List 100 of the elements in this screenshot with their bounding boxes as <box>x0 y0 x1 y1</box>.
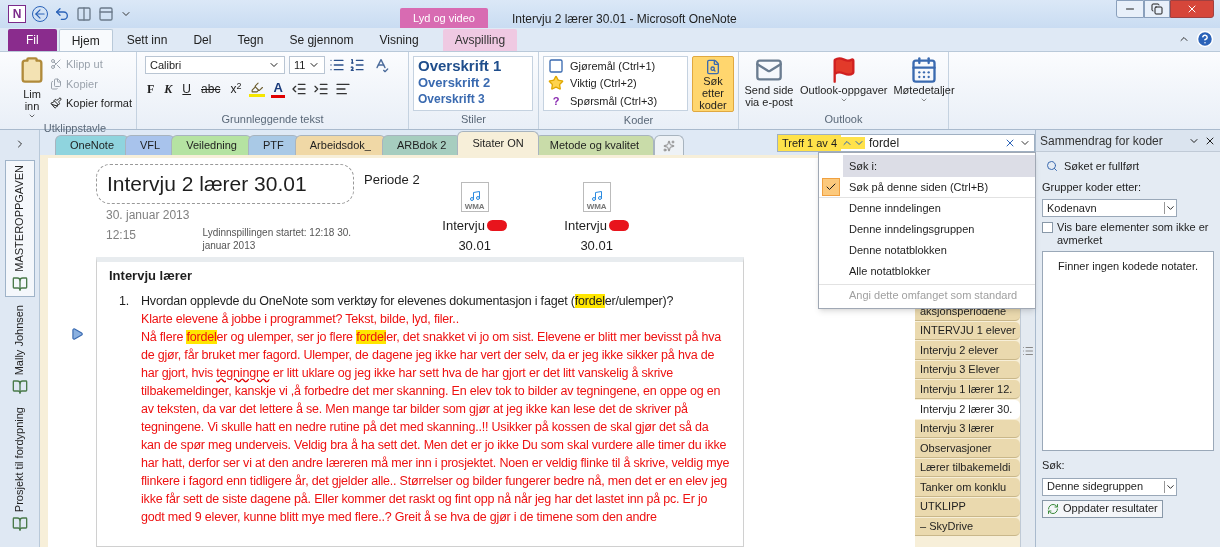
help-icon[interactable] <box>1196 30 1214 48</box>
page-tab[interactable]: Tanker om konklu <box>915 478 1020 497</box>
align-icon[interactable] <box>334 81 351 97</box>
resize-grip-icon[interactable] <box>1022 345 1034 357</box>
outdent-icon[interactable] <box>290 81 307 97</box>
caret-icon <box>920 96 928 104</box>
close-button[interactable] <box>1170 0 1214 18</box>
page-tab[interactable]: – SkyDrive <box>915 517 1020 537</box>
page-tab[interactable]: INTERVJU 1 elever <box>915 321 1020 341</box>
font-color-button[interactable]: A <box>271 80 285 98</box>
group-by-select[interactable]: Kodenavn <box>1042 199 1177 217</box>
dock-icon[interactable] <box>76 6 92 22</box>
outlook-button[interactable]: Send side via e-post <box>743 56 795 108</box>
check-mark <box>822 178 840 196</box>
page-tab[interactable]: Intervju 3 lærer <box>915 419 1020 439</box>
ribbon-tab[interactable]: Hjem <box>58 29 113 51</box>
format-button[interactable]: K <box>162 80 175 98</box>
style-option[interactable]: Overskrift 1 <box>418 57 532 74</box>
tag-option[interactable]: ? Spørsmål (Ctrl+3) <box>548 92 687 110</box>
group-label: Utklippstavle <box>42 121 108 136</box>
list-number: 1. <box>118 292 131 310</box>
ribbon-tab[interactable]: Sett inn <box>114 29 180 51</box>
notebook-item[interactable]: MASTEROPPGAVEN <box>4 160 35 297</box>
page-tab[interactable]: Intervju 2 elever <box>915 341 1020 360</box>
refresh-button[interactable]: Oppdater resultater <box>1042 499 1163 518</box>
menu-item[interactable]: Søk på denne siden (Ctrl+B) <box>843 178 989 196</box>
expand-arrow-icon[interactable] <box>70 327 84 341</box>
page-tab[interactable]: Observasjoner <box>915 439 1020 458</box>
app-logo: N <box>8 5 26 23</box>
format-button[interactable]: U <box>180 80 194 98</box>
notebook-icon <box>11 516 28 533</box>
menu-item[interactable]: Denne inndelingsgruppen <box>843 221 975 238</box>
ribbon-tab[interactable]: Visning <box>367 29 431 51</box>
ribbon-tab[interactable]: Se gjennom <box>277 29 366 51</box>
ribbon-tab[interactable]: Fil <box>8 29 57 51</box>
find-tags-button[interactable]: Søk etter koder <box>692 56 734 112</box>
indent-icon[interactable] <box>312 81 329 97</box>
tag-option[interactable]: Gjøremål (Ctrl+1) <box>548 57 687 75</box>
tag-option[interactable]: Viktig (Ctrl+2) <box>548 75 687 92</box>
page-time: 12:15 <box>106 226 138 244</box>
question-icon: ? <box>548 92 564 110</box>
bullets-icon[interactable] <box>329 57 345 73</box>
new-section-tab[interactable] <box>654 135 685 155</box>
search-icon <box>1046 160 1058 173</box>
empty-results-text: Finner ingen kodede notater. <box>1057 259 1198 274</box>
ribbon-tab[interactable]: Tegn <box>225 29 276 51</box>
outlook-button[interactable]: Møtedetaljer <box>892 56 956 104</box>
format-button[interactable]: F <box>145 80 157 98</box>
redaction-mark <box>608 220 629 232</box>
format-button[interactable]: abc <box>199 80 223 98</box>
group-by-label: Grupper koder etter: <box>1042 179 1143 195</box>
page-tab[interactable]: Intervju 2 lærer 30. <box>915 399 1020 419</box>
format-button[interactable]: x$^{2}$ <box>228 80 244 98</box>
undo-icon[interactable] <box>54 6 70 22</box>
menu-item[interactable]: Denne notatblokken <box>843 242 947 259</box>
refresh-icon <box>1047 502 1059 515</box>
paste-button[interactable]: Lim inn <box>18 56 46 120</box>
styles-icon[interactable] <box>373 57 389 73</box>
notebook-icon <box>11 379 28 396</box>
style-option[interactable]: Overskrift 3 <box>418 91 532 108</box>
page-title[interactable]: Intervju 2 lærer 30.01 <box>96 164 354 204</box>
numbering-icon[interactable] <box>349 57 365 73</box>
caret-icon <box>839 96 848 104</box>
search-status: Søket er fullført <box>1064 159 1140 174</box>
brush-icon <box>50 97 62 110</box>
page-date: 30. januar 2013 <box>105 206 191 224</box>
minimize-button[interactable] <box>1116 0 1144 18</box>
menu-item[interactable]: Alle notatblokker <box>843 263 931 280</box>
ribbon-tab[interactable]: Avspilling <box>442 29 518 51</box>
notebook-item[interactable]: Mally Johnsen <box>4 300 35 400</box>
outlook-button[interactable]: Outlook-oppgaver <box>799 56 889 104</box>
clipboard-button[interactable]: Kopier format <box>50 95 133 112</box>
notebook-item[interactable]: Prosjekt til fordypning <box>4 403 35 537</box>
redaction-mark <box>486 220 507 232</box>
page-tab[interactable]: Intervju 1 lærer 12. <box>915 380 1020 399</box>
font-size-field[interactable]: 11 <box>289 56 325 74</box>
section-tab[interactable]: Sitater ON <box>457 131 539 155</box>
checkbox[interactable] <box>1042 222 1053 233</box>
restore-button[interactable] <box>1144 0 1170 18</box>
font-field[interactable]: Calibri <box>145 56 285 74</box>
menu-header: Søk i: <box>843 155 1035 177</box>
ribbon-tab[interactable]: Del <box>181 29 224 51</box>
music-note-icon <box>590 190 603 202</box>
page-tab[interactable]: UTKLIPP <box>915 497 1020 517</box>
search-scope-label: Søk: <box>1042 458 1066 473</box>
page-view-icon[interactable] <box>98 6 114 22</box>
answer-text: Klarte elevene å jobbe i programmet? Tekst, bilde, lyd, filer.. <box>141 310 460 328</box>
audio-attachment[interactable]: WMA Intervju 30.01 <box>439 182 510 255</box>
context-group-label: Lyd og video <box>400 8 488 28</box>
audio-attachment[interactable]: WMA Intervju 30.01 <box>561 182 632 255</box>
page-tab[interactable]: Intervju 3 Elever <box>915 360 1020 380</box>
group-label: Grunnleggende tekst <box>220 111 325 127</box>
highlighter-icon[interactable] <box>249 81 266 97</box>
page-tab[interactable]: Lærer tilbakemeldi <box>915 458 1020 478</box>
menu-item[interactable]: Denne inndelingen <box>843 200 941 217</box>
style-option[interactable]: Overskrift 2 <box>418 74 532 91</box>
music-note-icon <box>468 190 481 202</box>
group-label: Stiler <box>459 112 488 127</box>
search-scope-select[interactable]: Denne sidegruppen <box>1042 477 1177 496</box>
styles-gallery[interactable]: Overskrift 1 Overskrift 2 Overskrift 3 <box>413 56 533 111</box>
